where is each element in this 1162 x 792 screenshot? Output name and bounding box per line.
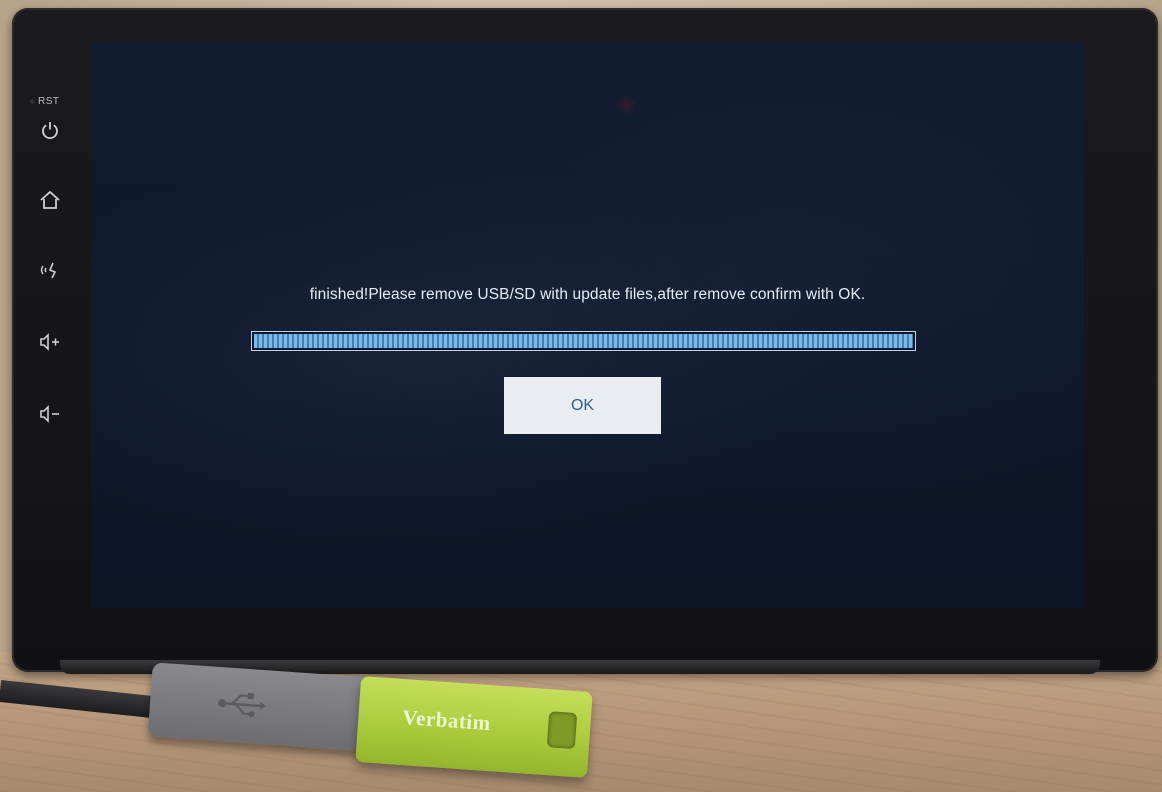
update-progress-bar	[251, 331, 916, 351]
reset-label: RST	[38, 96, 60, 107]
home-key[interactable]	[26, 182, 74, 218]
power-key[interactable]	[26, 112, 74, 148]
ok-button[interactable]: OK	[504, 377, 661, 434]
reset-hole[interactable]	[30, 99, 35, 104]
usb-flash-drive: Verbatim	[355, 676, 593, 778]
volume-down-key[interactable]	[26, 396, 74, 432]
progress-fill	[254, 334, 913, 348]
volume-down-icon	[38, 404, 62, 424]
usb-logo-icon	[215, 689, 267, 720]
keyring-hole	[546, 711, 578, 750]
volume-up-icon	[38, 332, 62, 352]
volume-up-key[interactable]	[26, 324, 74, 360]
update-message: finished!Please remove USB/SD with updat…	[309, 286, 866, 303]
update-screen: finished!Please remove USB/SD with updat…	[91, 42, 1084, 608]
voice-icon	[39, 260, 61, 280]
home-icon	[39, 190, 61, 210]
usb-brand-label: Verbatim	[401, 705, 492, 736]
voice-key[interactable]	[26, 252, 74, 288]
power-icon	[40, 120, 60, 140]
usb-otg-adapter	[147, 662, 378, 752]
camera-reflection	[615, 94, 637, 116]
